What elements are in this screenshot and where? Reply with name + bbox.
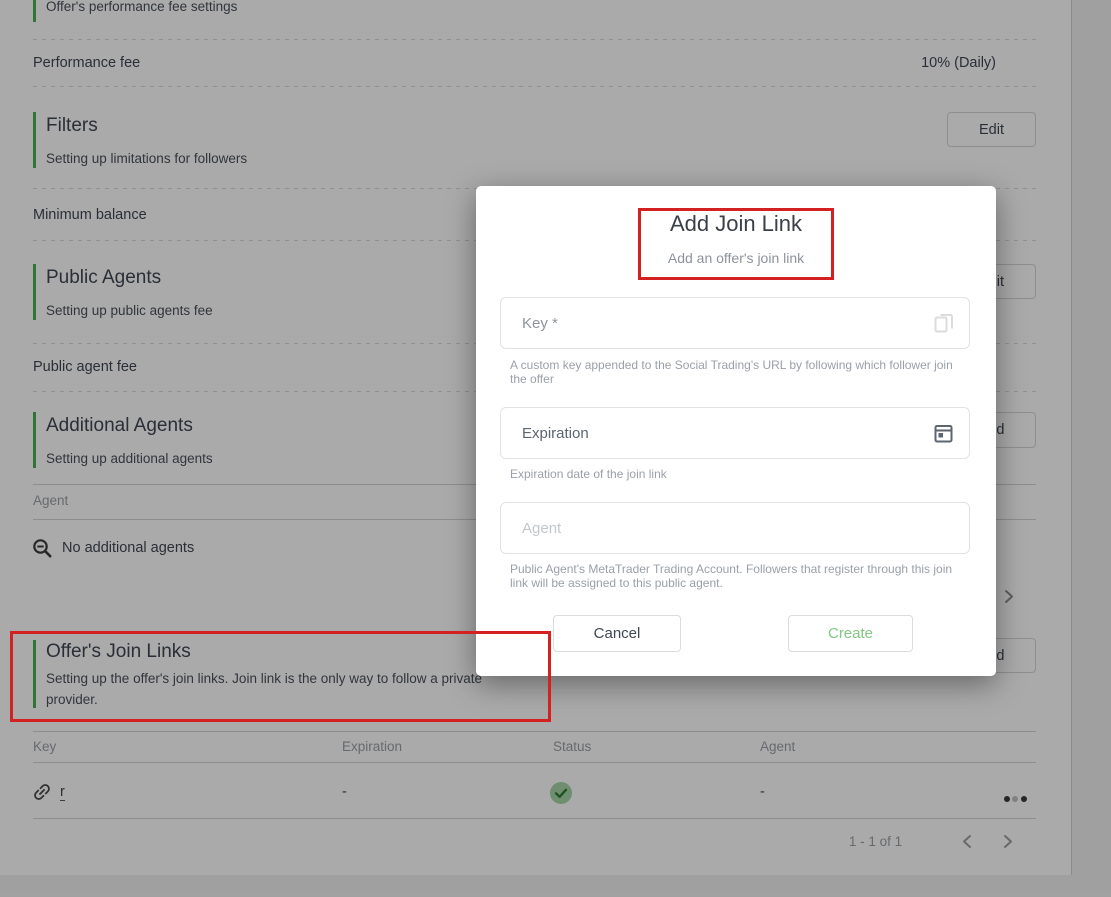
dialog-title: Add Join Link: [669, 211, 803, 236]
paste-icon[interactable]: [934, 313, 953, 339]
key-helper-text: A custom key appended to the Social Trad…: [510, 358, 953, 386]
calendar-icon[interactable]: [934, 423, 953, 448]
agent-input-placeholder: Agent: [522, 520, 562, 537]
expiration-helper-text: Expiration date of the join link: [510, 467, 667, 481]
key-input[interactable]: Key *: [500, 297, 970, 349]
cancel-button[interactable]: Cancel: [553, 615, 681, 652]
expiration-input-label: Expiration: [522, 425, 589, 442]
key-input-label: Key *: [522, 315, 558, 332]
screen: Offer's performance fee settings Perform…: [0, 0, 1111, 897]
agent-helper-text: Public Agent's MetaTrader Trading Accoun…: [510, 562, 953, 590]
agent-input[interactable]: Agent: [500, 502, 970, 554]
create-button[interactable]: Create: [788, 615, 913, 652]
expiration-input[interactable]: Expiration: [500, 407, 970, 459]
add-join-link-dialog: Add Join Link Add an offer's join link K…: [476, 186, 996, 676]
dialog-subtitle: Add an offer's join link: [667, 250, 805, 266]
